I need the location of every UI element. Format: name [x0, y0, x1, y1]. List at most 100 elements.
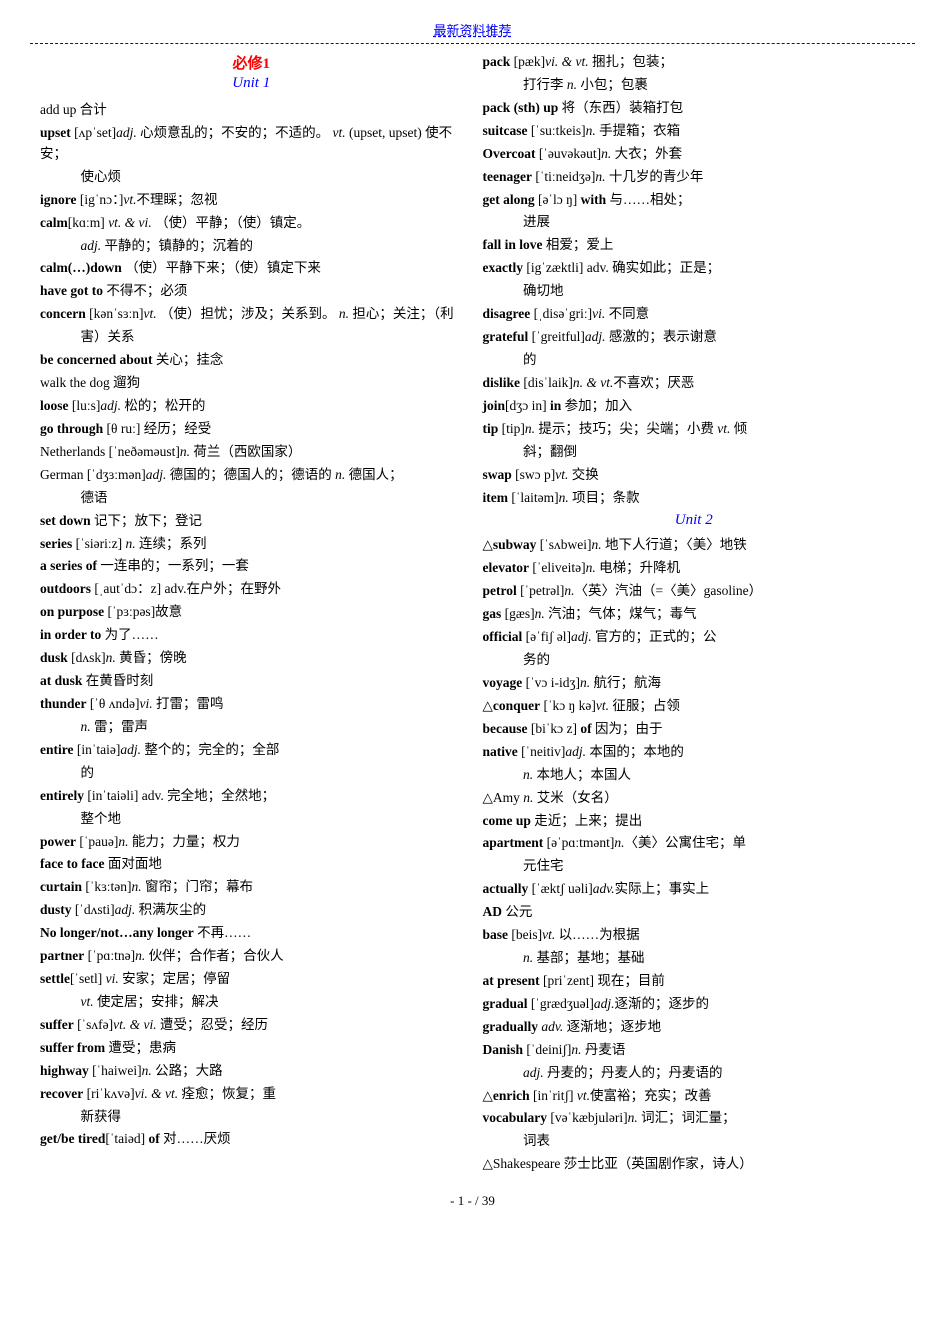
entry-danish-2: adj. 丹麦的；丹麦人的；丹麦语的 — [483, 1063, 906, 1084]
entry-gradually: gradually adv. 逐渐地；逐步地 — [483, 1017, 906, 1038]
entry-german-2: 德语 — [40, 488, 463, 509]
entry-pack-2: 打行李 n. 小包；包裹 — [483, 75, 906, 96]
left-unit-title: 必修1 — [40, 52, 463, 73]
entry-loose: loose [luːs]adj. 松的；松开的 — [40, 396, 463, 417]
entry-outdoors: outdoors [ˌautˈdɔ：z] adv.在户外；在野外 — [40, 579, 463, 600]
entry-exactly: exactly [igˈzæktli] adv. 确实如此；正是； — [483, 258, 906, 279]
entry-official-2: 务的 — [483, 650, 906, 671]
entry-get-along: get along [əˈlɔ ŋ] with 与……相处； — [483, 190, 906, 211]
entry-settle-2: vt. 使定居；安排；解决 — [40, 992, 463, 1013]
entry-settle: settle[ˈsetl] vi. 安家；定居；停留 — [40, 969, 463, 990]
entry-grateful: grateful [ˈgreitful]adj. 感激的；表示谢意 — [483, 327, 906, 348]
entry-series: series [ˈsiəriːz] n. 连续；系列 — [40, 534, 463, 555]
entry-apartment: apartment [əˈpɑːtmənt]n.〈美〉公寓住宅；单 — [483, 833, 906, 854]
entry-get-along-2: 进展 — [483, 212, 906, 233]
entry-official: official [əˈfiʃ əl]adj. 官方的；正式的；公 — [483, 627, 906, 648]
entry-native-2: n. 本地人；本国人 — [483, 765, 906, 786]
entry-fall-in-love: fall in love 相爱；爱上 — [483, 235, 906, 256]
entry-ignore: ignore [igˈnɔ：]vt.不理睬；忽视 — [40, 190, 463, 211]
page: 最新资料推荐 必修1 Unit 1 add up 合计 upset [ʌpˈse… — [0, 0, 945, 1229]
entry-shakespeare: △Shakespeare 莎士比亚（英国剧作家，诗人） — [483, 1154, 906, 1175]
entry-overcoat: Overcoat [ˈəuvəkəut]n. 大衣；外套 — [483, 144, 906, 165]
entry-native: native [ˈneitiv]adj. 本国的；本地的 — [483, 742, 906, 763]
entry-ad: AD 公元 — [483, 902, 906, 923]
entry-entirely: entirely [inˈtaiəli] adv. 完全地；全然地； — [40, 786, 463, 807]
entry-disagree: disagree [ˌdisəˈgriː]vi. 不同意 — [483, 304, 906, 325]
entry-elevator: elevator [ˈeliveitə]n. 电梯；升降机 — [483, 558, 906, 579]
entry-pack: pack [pæk]vi. & vt. 捆扎；包装； — [483, 52, 906, 73]
entry-conquer: △conquer [ˈkɔ ŋ kə]vt. 征服；占领 — [483, 696, 906, 717]
entry-dislike: dislike [disˈlaik]n. & vt.不喜欢；厌恶 — [483, 373, 906, 394]
entry-recover-2: 新获得 — [40, 1107, 463, 1128]
entry-base: base [beis]vt. 以……为根据 — [483, 925, 906, 946]
main-columns: 必修1 Unit 1 add up 合计 upset [ʌpˈset]adj. … — [30, 52, 915, 1177]
entry-partner: partner [ˈpɑːtnə]n. 伙伴；合作者；合伙人 — [40, 946, 463, 967]
entry-come-up: come up 走近；上来；提出 — [483, 811, 906, 832]
entry-vocabulary: vocabulary [vəˈkæbjuləri]n. 词汇；词汇量； — [483, 1108, 906, 1129]
entry-recover: recover [riˈkʌvə]vi. & vt. 痊愈；恢复；重 — [40, 1084, 463, 1105]
entry-calm-down: calm(…)down （使）平静下来；（使）镇定下来 — [40, 258, 463, 279]
entry-teenager: teenager [ˈtiːneidʒə]n. 十几岁的青少年 — [483, 167, 906, 188]
left-unit-subtitle: Unit 1 — [40, 75, 463, 92]
entry-set-down: set down 记下；放下；登记 — [40, 511, 463, 532]
entry-thunder-2: n. 雷；雷声 — [40, 717, 463, 738]
entry-grateful-2: 的 — [483, 350, 906, 371]
entry-apartment-2: 元住宅 — [483, 856, 906, 877]
entry-base-2: n. 基部；基地；基础 — [483, 948, 906, 969]
entry-calm-2: adj. 平静的；镇静的；沉着的 — [40, 236, 463, 257]
entry-concern: concern [kənˈsɜːn]vt. （使）担忧；涉及；关系到。 n. 担… — [40, 304, 463, 325]
entry-vocabulary-2: 词表 — [483, 1131, 906, 1152]
entry-amy: △Amy n. 艾米（女名） — [483, 788, 906, 809]
entry-entire: entire [inˈtaiə]adj. 整个的；完全的；全部 — [40, 740, 463, 761]
entry-danish: Danish [ˈdeiniʃ]n. 丹麦语 — [483, 1040, 906, 1061]
entry-entirely-2: 整个地 — [40, 809, 463, 830]
entry-entire-2: 的 — [40, 763, 463, 784]
entry-power: power [ˈpauə]n. 能力；力量；权力 — [40, 832, 463, 853]
entry-actually: actually [ˈæktʃ uəli]adv.实际上；事实上 — [483, 879, 906, 900]
entry-curtain: curtain [ˈkɜːtən]n. 窗帘；门帘；幕布 — [40, 877, 463, 898]
entry-suffer-from: suffer from 遭受；患病 — [40, 1038, 463, 1059]
entry-item: item [ˈlaitəm]n. 项目；条款 — [483, 488, 906, 509]
entry-on-purpose: on purpose [ˈpɜːpəs]故意 — [40, 602, 463, 623]
entry-netherlands: Netherlands [ˈneðəməust]n. 荷兰（西欧国家） — [40, 442, 463, 463]
entry-go-through: go through [θ ruː] 经历；经受 — [40, 419, 463, 440]
entry-no-longer: No longer/not…any longer 不再…… — [40, 923, 463, 944]
entry-add-up: add up 合计 — [40, 100, 463, 121]
entry-calm: calm[kɑːm] vt. & vi. （使）平静；（使）镇定。 — [40, 213, 463, 234]
entry-pack-up: pack (sth) up 将（东西）装箱打包 — [483, 98, 906, 119]
entry-swap: swap [swɔ p]vt. 交换 — [483, 465, 906, 486]
top-link[interactable]: 最新资料推荐 — [30, 20, 915, 44]
entry-a-series: a series of 一连串的；一系列；一套 — [40, 556, 463, 577]
entry-german: German [ˈdʒɜːmən]adj. 德国的；德国人的；德语的 n. 德国… — [40, 465, 463, 486]
entry-concern-2: 害）关系 — [40, 327, 463, 348]
entry-suffer: suffer [ˈsʌfə]vt. & vi. 遭受；忍受；经历 — [40, 1015, 463, 1036]
entry-join-in: join[dʒɔ in] in 参加；加入 — [483, 396, 906, 417]
right-column: pack [pæk]vi. & vt. 捆扎；包装； 打行李 n. 小包；包裹 … — [473, 52, 916, 1177]
entry-enrich: △enrich [inˈritʃ] vt.使富裕；充实；改善 — [483, 1086, 906, 1107]
entry-gradual: gradual [ˈgrædʒuəl]adj.逐渐的；逐步的 — [483, 994, 906, 1015]
left-column: 必修1 Unit 1 add up 合计 upset [ʌpˈset]adj. … — [30, 52, 473, 1177]
entry-voyage: voyage [ˈvɔ i-idʒ]n. 航行；航海 — [483, 673, 906, 694]
entry-at-present: at present [priˈzent] 现在；目前 — [483, 971, 906, 992]
entry-have-got: have got to 不得不；必须 — [40, 281, 463, 302]
entry-upset: upset [ʌpˈset]adj. 心烦意乱的；不安的；不适的。 vt. (u… — [40, 123, 463, 165]
entry-in-order: in order to 为了…… — [40, 625, 463, 646]
entry-walk-dog: walk the dog 遛狗 — [40, 373, 463, 394]
entry-tip-2: 斜；翻倒 — [483, 442, 906, 463]
entry-face-to-face: face to face 面对面地 — [40, 854, 463, 875]
page-number: - 1 - / 39 — [30, 1193, 915, 1209]
entry-get-tired: get/be tired[ˈtaiəd] of 对……厌烦 — [40, 1129, 463, 1150]
entry-tip: tip [tip]n. 提示；技巧；尖；尖端；小费 vt. 倾 — [483, 419, 906, 440]
entry-upset-2: 使心烦 — [40, 167, 463, 188]
entry-because-of: because [biˈkɔ z] of 因为；由于 — [483, 719, 906, 740]
entry-dusk: dusk [dʌsk]n. 黄昏；傍晚 — [40, 648, 463, 669]
entry-thunder: thunder [ˈθ ʌndə]vi. 打雷；雷鸣 — [40, 694, 463, 715]
unit2-title: Unit 2 — [483, 512, 906, 529]
entry-subway: △subway [ˈsʌbwei]n. 地下人行道；〈美〉地铁 — [483, 535, 906, 556]
entry-dusty: dusty [ˈdʌsti]adj. 积满灰尘的 — [40, 900, 463, 921]
entry-at-dusk: at dusk 在黄昏时刻 — [40, 671, 463, 692]
entry-gas: gas [gæs]n. 汽油；气体；煤气；毒气 — [483, 604, 906, 625]
entry-highway: highway [ˈhaiwei]n. 公路；大路 — [40, 1061, 463, 1082]
entry-exactly-2: 确切地 — [483, 281, 906, 302]
entry-be-concerned: be concerned about 关心；挂念 — [40, 350, 463, 371]
